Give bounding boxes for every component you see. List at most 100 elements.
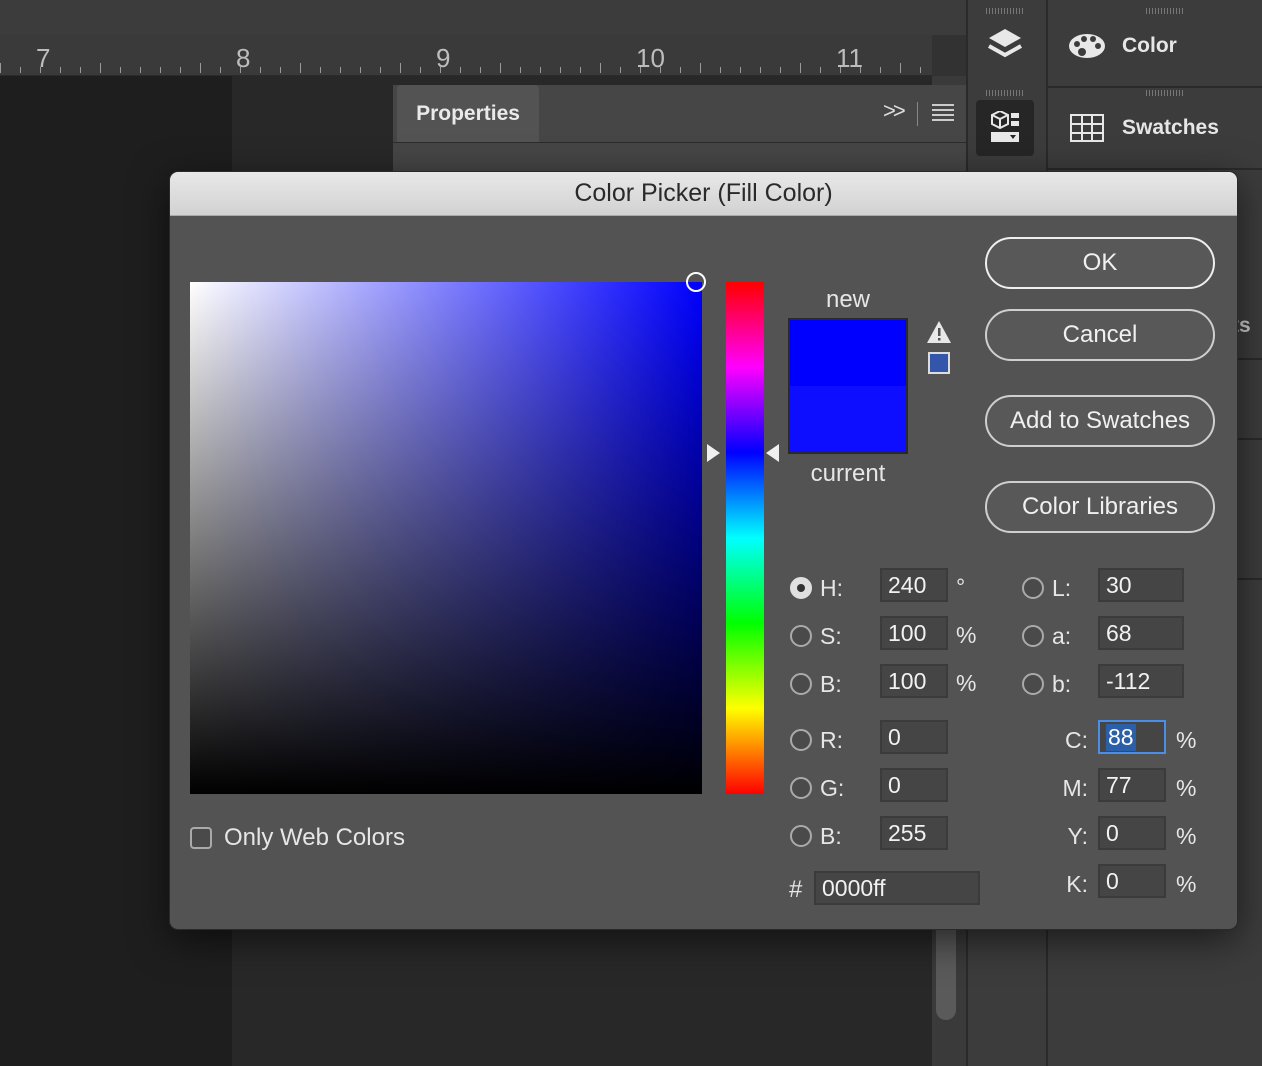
collapse-panel-button[interactable]: >> [883, 98, 906, 124]
lab-b-radio[interactable] [1022, 673, 1044, 695]
ruler-tick [300, 63, 301, 73]
unit-label: % [1176, 775, 1197, 801]
ruler-tick [320, 67, 321, 73]
tab-properties[interactable]: Properties [397, 85, 539, 143]
hsb-h-row: H: [790, 570, 850, 606]
rgb-r-row: R: [790, 722, 850, 758]
lab-a-input[interactable]: 68 [1098, 616, 1184, 650]
unit-label: % [1176, 871, 1197, 897]
magenta-input[interactable]: 77 [1098, 768, 1166, 802]
unit-label: % [956, 622, 977, 648]
ruler-tick [0, 63, 1, 73]
ruler-tick [160, 67, 161, 73]
hex-input[interactable]: 0000ff [814, 871, 980, 905]
grip-handle[interactable] [986, 8, 1024, 14]
hue-slider-handle-left[interactable] [707, 444, 720, 462]
unit-label: % [1176, 823, 1197, 849]
rgb-r-radio[interactable] [790, 729, 812, 751]
properties-panel-button[interactable] [976, 100, 1034, 156]
swatches-grid-icon [1068, 113, 1106, 143]
ruler-number: 7 [36, 43, 51, 73]
color-picker-dialog: Color Picker (Fill Color) new current OK… [170, 172, 1237, 929]
color-libraries-button[interactable]: Color Libraries [985, 481, 1215, 533]
green-input[interactable]: 0 [880, 768, 948, 802]
black-input[interactable]: 0 [1098, 864, 1166, 898]
ruler-tick [100, 63, 101, 73]
ruler-number: 9 [436, 43, 451, 73]
ruler-tick [880, 67, 881, 73]
ruler-tick [800, 63, 801, 73]
panel-color[interactable]: Color [1048, 6, 1262, 88]
panel-label: Color [1122, 34, 1177, 57]
ruler-tick [900, 63, 901, 73]
color-preview-swatch [788, 318, 908, 454]
hsb-h-radio[interactable] [790, 577, 812, 599]
divider [917, 102, 918, 126]
horizontal-ruler: 7 8 9 10 11 [0, 35, 932, 76]
grip-handle[interactable] [986, 90, 1024, 96]
ruler-tick [380, 67, 381, 73]
layers-panel-button[interactable] [976, 16, 1034, 74]
hue-input[interactable]: 240 [880, 568, 948, 602]
lab-l-radio[interactable] [1022, 577, 1044, 599]
ruler-tick [40, 67, 41, 73]
panel-swatches[interactable]: Swatches [1048, 88, 1262, 170]
color-selection-marker[interactable] [686, 272, 706, 292]
rgb-b-row: B: [790, 818, 850, 854]
properties-icon [991, 111, 1019, 142]
ok-button[interactable]: OK [985, 237, 1215, 289]
saturation-brightness-field[interactable] [190, 282, 702, 794]
red-input[interactable]: 0 [880, 720, 948, 754]
field-label: L: [1052, 574, 1072, 601]
ruler-tick [140, 67, 141, 73]
hsb-s-row: S: [790, 618, 850, 654]
out-of-gamut-swatch[interactable] [928, 352, 950, 374]
divider [1238, 358, 1262, 360]
palette-icon [1068, 31, 1106, 61]
rgb-b-radio[interactable] [790, 825, 812, 847]
hsb-b-radio[interactable] [790, 673, 812, 695]
unit-label: ° [956, 574, 966, 600]
current-color-preview[interactable] [790, 386, 906, 452]
ruler-tick [780, 67, 781, 73]
ruler-tick [640, 67, 641, 73]
top-bar [0, 0, 966, 35]
menu-icon[interactable] [932, 104, 954, 121]
field-label: R: [820, 726, 843, 753]
ruler-tick [80, 67, 81, 73]
field-label: S: [820, 622, 842, 649]
ruler-tick [600, 63, 601, 73]
ruler-tick [400, 63, 401, 73]
rgb-g-row: G: [790, 770, 850, 806]
warning-icon[interactable] [926, 320, 952, 344]
only-web-colors-option[interactable]: Only Web Colors [190, 824, 405, 852]
only-web-colors-checkbox[interactable] [190, 827, 212, 849]
brightness-input[interactable]: 100 [880, 664, 948, 698]
hue-slider-handle-right[interactable] [766, 444, 779, 462]
hsb-b-row: B: [790, 666, 850, 702]
cancel-button[interactable]: Cancel [985, 309, 1215, 361]
saturation-input[interactable]: 100 [880, 616, 948, 650]
ruler-tick [560, 67, 561, 73]
ruler-tick [220, 67, 221, 73]
ruler-tick [460, 67, 461, 73]
yellow-input[interactable]: 0 [1098, 816, 1166, 850]
blue-input[interactable]: 255 [880, 816, 948, 850]
hsb-s-radio[interactable] [790, 625, 812, 647]
lab-l-row: L: [1022, 570, 1082, 606]
ruler-tick [840, 67, 841, 73]
lab-a-radio[interactable] [1022, 625, 1044, 647]
ruler-tick [420, 67, 421, 73]
field-label: K: [1066, 871, 1088, 897]
scrollbar-thumb[interactable] [936, 920, 956, 1020]
rgb-g-radio[interactable] [790, 777, 812, 799]
lab-l-input[interactable]: 30 [1098, 568, 1184, 602]
ruler-tick [520, 67, 521, 73]
cyan-input[interactable]: 88 [1098, 720, 1166, 754]
field-label: b: [1052, 670, 1072, 697]
lab-b-input[interactable]: -112 [1098, 664, 1184, 698]
lab-a-row: a: [1022, 618, 1082, 654]
add-to-swatches-button[interactable]: Add to Swatches [985, 395, 1215, 447]
hue-slider[interactable] [726, 282, 764, 794]
ruler-tick [760, 67, 761, 73]
